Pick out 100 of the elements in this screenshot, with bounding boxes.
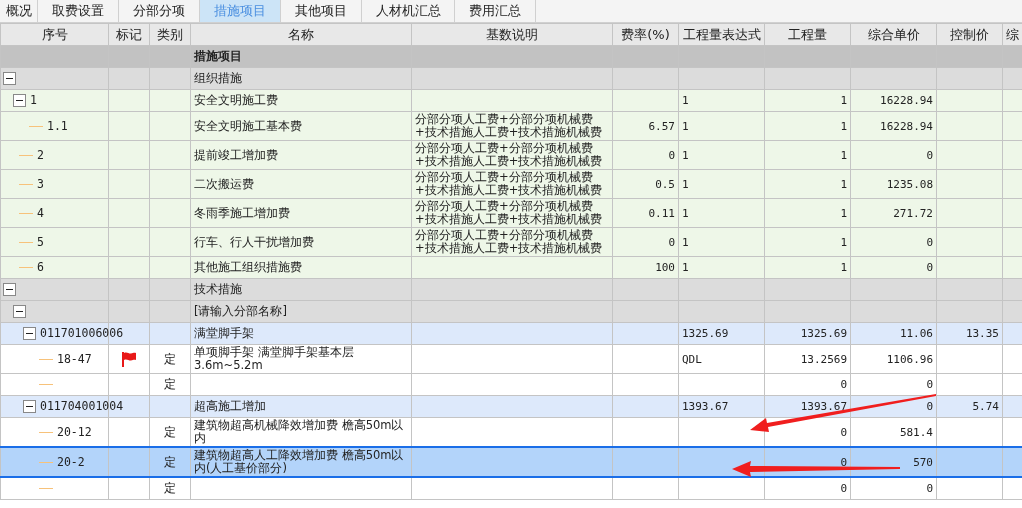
table-row[interactable]: 组织措施: [0, 67, 1022, 90]
column-header[interactable]: 序号: [0, 23, 109, 46]
item-number: 3: [37, 177, 44, 191]
tree-line: [19, 183, 33, 185]
column-header[interactable]: 工程量表达式: [678, 23, 765, 46]
unit-price: 0: [926, 400, 933, 413]
column-header[interactable]: 标记: [108, 23, 150, 46]
quantity-expression: 1: [682, 235, 689, 249]
item-number: 1.1: [47, 119, 68, 133]
rate-value: 0.11: [648, 206, 675, 220]
quantity-value: 0: [840, 378, 847, 391]
tree-toggle-icon[interactable]: [13, 305, 26, 318]
item-type: 定: [164, 424, 176, 439]
item-name: 安全文明施工基本费: [194, 118, 302, 133]
unit-price: 16228.94: [880, 119, 933, 133]
tab[interactable]: 其他项目: [281, 0, 362, 22]
quantity-expression: 1: [682, 94, 689, 107]
tree-toggle-icon[interactable]: [3, 72, 16, 85]
table-row[interactable]: 4 冬雨季施工增加费 分部分项人工费+分部分项机械费+技术措施人工费+技术措施机械费 0.11 1 1 271.72: [0, 198, 1022, 228]
tab[interactable]: 人材机汇总: [362, 0, 455, 22]
column-header[interactable]: 基数说明: [411, 23, 613, 46]
column-header[interactable]: 名称: [190, 23, 412, 46]
item-type: 定: [164, 377, 176, 391]
table-row[interactable]: 1 安全文明施工费 1 1 16228.94: [0, 89, 1022, 112]
item-name: 提前竣工增加费: [194, 147, 278, 162]
item-name: 技术措施: [194, 282, 242, 296]
table-row[interactable]: 1.1 安全文明施工基本费 分部分项人工费+分部分项机械费+技术措施人工费+技术措施机械费 6.57 1 1 16228.94: [0, 111, 1022, 141]
tree-line: [19, 267, 33, 268]
quantity-value: 0: [840, 482, 847, 495]
table-row[interactable]: 3 二次搬运费 分部分项人工费+分部分项机械费+技术措施人工费+技术措施机械费 0.5 1 1 1235.08: [0, 169, 1022, 199]
tree-toggle-icon[interactable]: [23, 400, 36, 413]
item-number: 1: [30, 94, 37, 107]
column-header[interactable]: 综: [1002, 23, 1022, 46]
unit-price: 0: [926, 148, 933, 162]
base-description: 分部分项人工费+分部分项机械费+技术措施人工费+技术措施机械费: [415, 199, 603, 226]
table-row[interactable]: 措施项目: [0, 45, 1022, 68]
quantity-expression: 1: [682, 148, 689, 162]
base-description: 分部分项人工费+分部分项机械费+技术措施人工费+技术措施机械费: [415, 228, 603, 255]
tree-toggle-icon[interactable]: [3, 283, 16, 296]
table-row[interactable]: 6 其他施工组织措施费 100 1 1 0: [0, 256, 1022, 279]
table-row[interactable]: 定 0 0: [0, 373, 1022, 396]
item-name: 行车、行人干扰增加费: [194, 234, 314, 249]
unit-price: 11.06: [899, 327, 933, 340]
item-name: 超高施工增加: [194, 399, 266, 413]
tree-toggle-icon[interactable]: [23, 327, 36, 340]
column-header[interactable]: 控制价: [936, 23, 1003, 46]
tab[interactable]: 费用汇总: [455, 0, 536, 22]
table-row[interactable]: 20-2 定 建筑物超高人工降效增加费 檐高50m以内(人工基价部分) 0 570: [0, 447, 1022, 477]
unit-price: 16228.94: [880, 94, 933, 107]
item-number: 18-47: [57, 352, 92, 366]
column-header[interactable]: 类别: [149, 23, 191, 46]
table-row[interactable]: [请输入分部名称]: [0, 300, 1022, 323]
quantity-expression: 1: [682, 261, 689, 274]
item-number: 2: [37, 148, 44, 162]
quantity-value: 1: [840, 94, 847, 107]
rate-value: 0.5: [655, 177, 675, 191]
item-name: 组织措施: [194, 71, 242, 85]
item-name: 二次搬运费: [194, 176, 254, 191]
table-row[interactable]: 18-47 定 单项脚手架 满堂脚手架基本层3.6m~5.2m QDL 13.2569 1106.96: [0, 344, 1022, 374]
tree-line: [39, 461, 53, 463]
tree-line: [19, 212, 33, 214]
tree-line: [39, 488, 53, 489]
column-header[interactable]: 费率(%): [612, 23, 679, 46]
quantity-value: 1325.69: [800, 327, 847, 340]
tab[interactable]: 取费设置: [38, 0, 119, 22]
quantity-value: 1: [840, 206, 847, 220]
item-number: 20-12: [57, 425, 92, 439]
quantity-expression: 1: [682, 206, 689, 220]
quantity-value: 1: [840, 261, 847, 274]
item-type: 定: [164, 351, 176, 366]
item-name: [请输入分部名称]: [194, 304, 287, 318]
table-row[interactable]: 20-12 定 建筑物超高机械降效增加费 檐高50m以内 0 581.4: [0, 417, 1022, 447]
unit-price: 0: [926, 482, 933, 495]
table-row[interactable]: 技术措施: [0, 278, 1022, 301]
item-number: 4: [37, 206, 44, 220]
tab[interactable]: 概况: [0, 0, 38, 22]
rate-value: 100: [655, 261, 675, 274]
item-name: 建筑物超高机械降效增加费 檐高50m以内: [194, 418, 404, 445]
column-header[interactable]: 综合单价: [850, 23, 937, 46]
quantity-value: 1: [840, 177, 847, 191]
rate-value: 0: [668, 235, 675, 249]
item-number: 20-2: [57, 455, 85, 469]
quantity-value: 1393.67: [800, 400, 847, 413]
tree-line: [39, 384, 53, 385]
quantity-expression: 1325.69: [682, 327, 729, 340]
column-header[interactable]: 工程量: [764, 23, 851, 46]
base-description: 分部分项人工费+分部分项机械费+技术措施人工费+技术措施机械费: [415, 170, 603, 197]
quantity-expression: 1: [682, 119, 689, 133]
table-row[interactable]: 011701006006 满堂脚手架 1325.69 1325.69 11.06 13.35: [0, 322, 1022, 345]
item-number: 011704001004: [40, 400, 124, 413]
quantity-value: 0: [840, 425, 847, 439]
table-row[interactable]: 011704001004 超高施工增加 1393.67 1393.67 0 5.74: [0, 395, 1022, 418]
unit-price: 1106.96: [886, 352, 933, 366]
tree-toggle-icon[interactable]: [13, 94, 26, 107]
table-row[interactable]: 定 0 0: [0, 477, 1022, 500]
item-name: 单项脚手架 满堂脚手架基本层3.6m~5.2m: [194, 345, 354, 372]
tree-line: [39, 358, 53, 360]
table-row[interactable]: 5 行车、行人干扰增加费 分部分项人工费+分部分项机械费+技术措施人工费+技术措施机械费 0 1 1 0: [0, 227, 1022, 257]
item-number: 5: [37, 235, 44, 249]
table-row[interactable]: 2 提前竣工增加费 分部分项人工费+分部分项机械费+技术措施人工费+技术措施机械费 0 1 1 0: [0, 140, 1022, 170]
